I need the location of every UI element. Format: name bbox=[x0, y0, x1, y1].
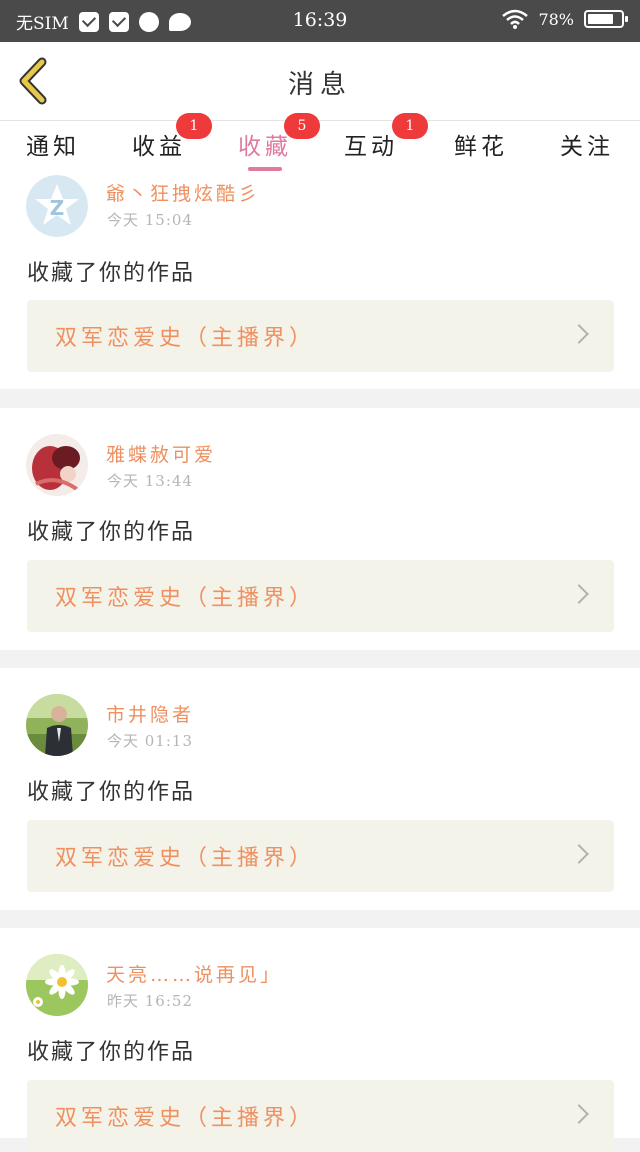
battery-percent: 78% bbox=[538, 9, 574, 29]
svg-text:Z: Z bbox=[50, 196, 65, 220]
list-item[interactable]: 天亮……说再见」 昨天 16:52 收藏了你的作品 双军恋爱史（主播界） bbox=[0, 928, 640, 1152]
unread-badge: 1 bbox=[176, 113, 212, 139]
timestamp: 今天 15:04 bbox=[107, 211, 193, 229]
status-bar: 无SIM 16:39 78% bbox=[0, 0, 640, 42]
tab-label: 鲜花 bbox=[454, 134, 508, 160]
avatar[interactable]: Z bbox=[26, 175, 88, 237]
work-link[interactable]: 双军恋爱史（主播界） bbox=[27, 1080, 614, 1152]
chevron-right-icon bbox=[569, 324, 589, 344]
timestamp: 今天 13:44 bbox=[107, 472, 193, 490]
action-text: 收藏了你的作品 bbox=[27, 780, 196, 805]
work-link[interactable]: 双军恋爱史（主播界） bbox=[27, 820, 614, 892]
username[interactable]: 雅蝶赦可爱 bbox=[106, 440, 216, 467]
tab-notifications[interactable]: 通知 bbox=[0, 127, 106, 171]
tab-label: 通知 bbox=[26, 134, 80, 160]
list-item[interactable]: 市井隐者 今天 01:13 收藏了你的作品 双军恋爱史（主播界） bbox=[0, 668, 640, 910]
unread-badge: 5 bbox=[284, 113, 320, 139]
action-text: 收藏了你的作品 bbox=[27, 520, 196, 545]
page-title: 消息 bbox=[287, 70, 352, 100]
tab-earnings[interactable]: 收益 1 bbox=[106, 113, 212, 171]
tab-bar: 通知 收益 1 收藏 5 互动 1 鲜花 关注 bbox=[0, 113, 640, 171]
tab-following[interactable]: 关注 bbox=[534, 127, 640, 171]
list-item[interactable]: 雅蝶赦可爱 今天 13:44 收藏了你的作品 双军恋爱史（主播界） bbox=[0, 408, 640, 650]
avatar[interactable] bbox=[26, 954, 88, 1016]
chevron-right-icon bbox=[569, 1104, 589, 1124]
battery-icon bbox=[584, 10, 628, 28]
username[interactable]: 天亮……说再见」 bbox=[106, 960, 282, 987]
battery-fill bbox=[588, 14, 613, 24]
tab-label: 收益 bbox=[132, 134, 186, 160]
chevron-right-icon bbox=[569, 844, 589, 864]
header: 消息 bbox=[0, 42, 640, 121]
tab-interactions[interactable]: 互动 1 bbox=[318, 113, 428, 171]
work-title: 双军恋爱史（主播界） bbox=[55, 1106, 316, 1131]
work-link[interactable]: 双军恋爱史（主播界） bbox=[27, 300, 614, 372]
list-item[interactable]: Z 爺丶狂拽炫酷彡 今天 15:04 收藏了你的作品 双军恋爱史（主播界） bbox=[0, 171, 640, 389]
action-text: 收藏了你的作品 bbox=[27, 1040, 196, 1065]
wifi-icon bbox=[502, 9, 529, 29]
work-link[interactable]: 双军恋爱史（主播界） bbox=[27, 560, 614, 632]
username[interactable]: 爺丶狂拽炫酷彡 bbox=[106, 179, 260, 206]
avatar[interactable] bbox=[26, 694, 88, 756]
status-bar-right: 78% bbox=[502, 9, 628, 29]
tab-label: 关注 bbox=[560, 134, 614, 160]
unread-badge: 1 bbox=[392, 113, 428, 139]
work-title: 双军恋爱史（主播界） bbox=[55, 586, 316, 611]
tab-flowers[interactable]: 鲜花 bbox=[428, 127, 534, 171]
chevron-right-icon bbox=[569, 584, 589, 604]
action-text: 收藏了你的作品 bbox=[27, 261, 196, 286]
work-title: 双军恋爱史（主播界） bbox=[55, 326, 316, 351]
username[interactable]: 市井隐者 bbox=[106, 700, 194, 727]
tab-label: 收藏 bbox=[238, 134, 292, 160]
timestamp: 昨天 16:52 bbox=[107, 992, 193, 1010]
work-title: 双军恋爱史（主播界） bbox=[55, 846, 316, 871]
tab-favorites[interactable]: 收藏 5 bbox=[212, 113, 320, 171]
tab-label: 互动 bbox=[344, 134, 398, 160]
avatar[interactable] bbox=[26, 434, 88, 496]
timestamp: 今天 01:13 bbox=[107, 732, 193, 750]
